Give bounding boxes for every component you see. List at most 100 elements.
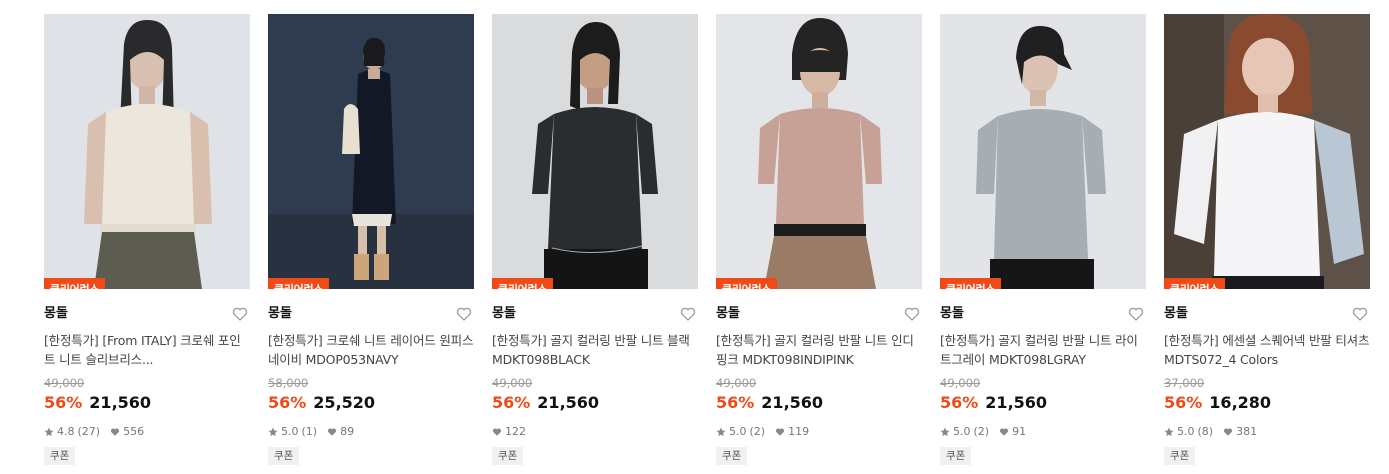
rating-value: 5.0 <box>953 425 971 438</box>
discount-rate: 56% <box>716 393 755 412</box>
heart-icon[interactable] <box>1128 306 1144 322</box>
heart-icon[interactable] <box>904 306 920 322</box>
sale-price: 21,560 <box>89 393 152 412</box>
product-title[interactable]: [한정특가] 골지 컬러링 반팔 니트 인디핑크 MDKT098INDIPINK <box>716 331 922 369</box>
product-stats: 5.0 (2) 119 <box>716 424 922 440</box>
heart-filled-icon <box>111 428 120 436</box>
product-image[interactable]: 클리어런스 <box>44 14 250 289</box>
likes: 91 <box>999 424 1026 440</box>
brand-name[interactable]: 몽돌 <box>44 305 250 323</box>
model-pink-knit-photo <box>716 14 922 289</box>
clearance-badge: 클리어런스 <box>716 278 778 289</box>
rating: 5.0 (2) <box>716 424 765 440</box>
like-count: 119 <box>788 425 810 438</box>
rating: 5.0 (2) <box>940 424 989 440</box>
brand-name[interactable]: 몽돌 <box>492 305 698 323</box>
product-stats: 5.0 (1) 89 <box>268 424 474 440</box>
product-card[interactable]: 클리어런스 몽돌 [한정특가] [From ITALY] 크로쉐 포인트 니트 … <box>44 14 250 465</box>
product-image[interactable]: 클리어런스 <box>940 14 1146 289</box>
discount-rate: 56% <box>268 393 307 412</box>
discount-rate: 56% <box>44 393 83 412</box>
likes: 556 <box>110 424 144 440</box>
star-icon <box>268 427 278 437</box>
coupon-badge: 쿠폰 <box>44 447 76 465</box>
heart-filled-icon <box>328 428 337 436</box>
heart-icon[interactable] <box>1352 306 1368 322</box>
heart-icon[interactable] <box>456 306 472 322</box>
product-title[interactable]: [한정특가] 크로쉐 니트 레이어드 원피스 네이비 MDOP053NAVY <box>268 331 474 369</box>
product-image[interactable]: 클리어런스 <box>492 14 698 289</box>
model-white-tee-photo <box>1164 14 1370 289</box>
brand-name[interactable]: 몽돌 <box>1164 305 1370 323</box>
coupon-badge: 쿠폰 <box>940 447 972 465</box>
clearance-badge: 클리어런스 <box>940 278 1002 289</box>
model-navy-dress-photo <box>268 14 474 289</box>
review-count: (2) <box>973 425 990 438</box>
original-price: 49,000 <box>44 376 85 390</box>
sale-price: 21,560 <box>537 393 600 412</box>
rating: 5.0 (8) <box>1164 424 1213 440</box>
original-price: 49,000 <box>492 376 533 390</box>
clearance-badge: 클리어런스 <box>1164 278 1226 289</box>
sale-price: 16,280 <box>1209 393 1272 412</box>
review-count: (8) <box>1197 425 1214 438</box>
clearance-badge: 클리어런스 <box>492 278 554 289</box>
like-count: 89 <box>340 425 355 438</box>
product-title[interactable]: [한정특가] 골지 컬러링 반팔 니트 라이트그레이 MDKT098LGRAY <box>940 331 1146 369</box>
product-image[interactable]: 클리어런스 <box>268 14 474 289</box>
heart-icon[interactable] <box>232 306 248 322</box>
sale-price: 21,560 <box>985 393 1048 412</box>
product-image[interactable]: 클리어런스 <box>716 14 922 289</box>
star-icon <box>716 427 726 437</box>
product-stats: 122 <box>492 424 698 440</box>
product-title[interactable]: [한정특가] 골지 컬러링 반팔 니트 블랙 MDKT098BLACK <box>492 331 698 369</box>
rating-value: 4.8 <box>57 425 75 438</box>
product-card[interactable]: 클리어런스 몽돌 [한정특가] 골지 컬러링 반팔 니트 블랙 MDKT098B… <box>492 14 698 465</box>
heart-icon[interactable] <box>680 306 696 322</box>
coupon-badge: 쿠폰 <box>716 447 748 465</box>
star-icon <box>940 427 950 437</box>
rating-value: 5.0 <box>1177 425 1195 438</box>
review-count: (2) <box>749 425 766 438</box>
like-count: 381 <box>1236 425 1258 438</box>
like-count: 91 <box>1012 425 1027 438</box>
star-icon <box>1164 427 1174 437</box>
original-price: 58,000 <box>268 376 309 390</box>
like-count: 556 <box>123 425 145 438</box>
product-grid: 클리어런스 몽돌 [한정특가] [From ITALY] 크로쉐 포인트 니트 … <box>0 0 1389 474</box>
brand-name[interactable]: 몽돌 <box>940 305 1146 323</box>
product-stats: 4.8 (27) 556 <box>44 424 250 440</box>
product-card[interactable]: 클리어런스 몽돌 [한정특가] 크로쉐 니트 레이어드 원피스 네이비 MDOP… <box>268 14 474 465</box>
product-title[interactable]: [한정특가] [From ITALY] 크로쉐 포인트 니트 슬리브리스... <box>44 331 250 369</box>
heart-filled-icon <box>1000 428 1009 436</box>
product-stats: 5.0 (2) 91 <box>940 424 1146 440</box>
discount-rate: 56% <box>1164 393 1203 412</box>
model-black-knit-photo <box>492 14 698 289</box>
product-stats: 5.0 (8) 381 <box>1164 424 1370 440</box>
product-image[interactable]: 클리어런스 <box>1164 14 1370 289</box>
sale-price: 25,520 <box>313 393 376 412</box>
likes: 122 <box>492 424 526 440</box>
product-card[interactable]: 클리어런스 몽돌 [한정특가] 에센셜 스퀘어넥 반팔 티셔츠 MDTS072_… <box>1164 14 1370 465</box>
original-price: 49,000 <box>940 376 981 390</box>
heart-filled-icon <box>1224 428 1233 436</box>
product-card[interactable]: 클리어런스 몽돌 [한정특가] 골지 컬러링 반팔 니트 인디핑크 MDKT09… <box>716 14 922 465</box>
discount-rate: 56% <box>492 393 531 412</box>
rating-value: 5.0 <box>729 425 747 438</box>
sale-price: 21,560 <box>761 393 824 412</box>
star-icon <box>44 427 54 437</box>
likes: 381 <box>1223 424 1257 440</box>
review-count: (1) <box>301 425 318 438</box>
heart-filled-icon <box>492 428 502 436</box>
brand-name[interactable]: 몽돌 <box>716 305 922 323</box>
rating-value: 5.0 <box>281 425 299 438</box>
brand-name[interactable]: 몽돌 <box>268 305 474 323</box>
product-card[interactable]: 클리어런스 몽돌 [한정특가] 골지 컬러링 반팔 니트 라이트그레이 MDKT… <box>940 14 1146 465</box>
rating: 5.0 (1) <box>268 424 317 440</box>
rating: 4.8 (27) <box>44 424 100 440</box>
heart-filled-icon <box>776 428 785 436</box>
coupon-badge: 쿠폰 <box>268 447 300 465</box>
original-price: 49,000 <box>716 376 757 390</box>
clearance-badge: 클리어런스 <box>268 278 330 289</box>
product-title[interactable]: [한정특가] 에센셜 스퀘어넥 반팔 티셔츠 MDTS072_4 Colors <box>1164 331 1370 369</box>
